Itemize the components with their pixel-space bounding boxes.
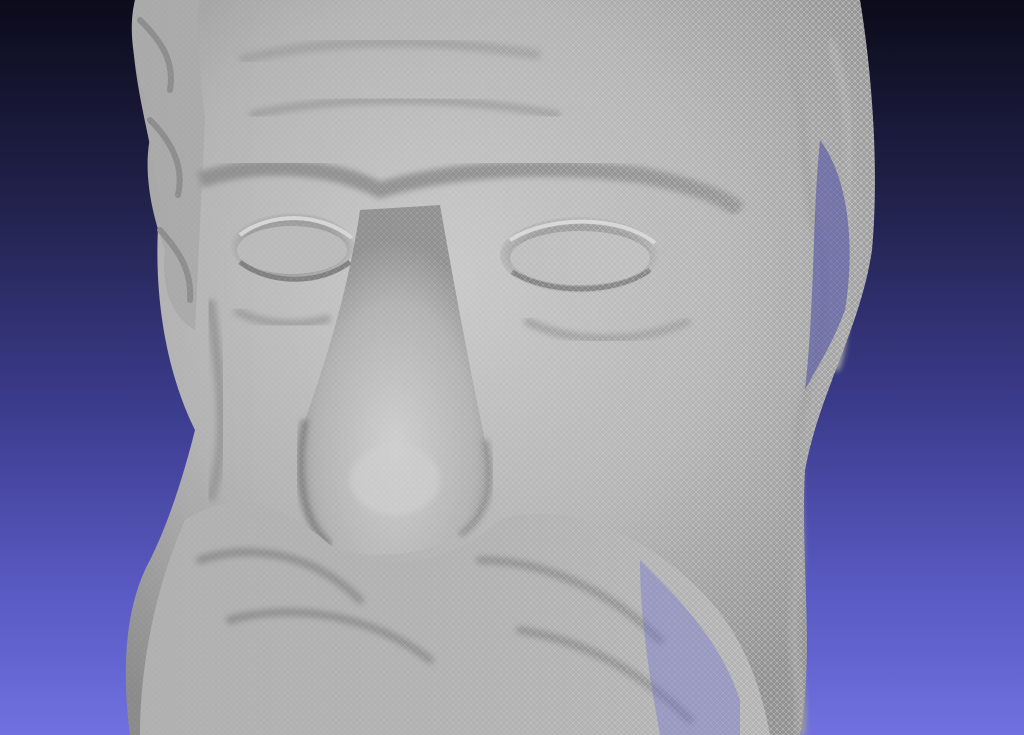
mesh-render[interactable]: [0, 0, 1024, 735]
mesh-wireframe: [125, 0, 875, 735]
3d-viewport[interactable]: [0, 0, 1024, 735]
